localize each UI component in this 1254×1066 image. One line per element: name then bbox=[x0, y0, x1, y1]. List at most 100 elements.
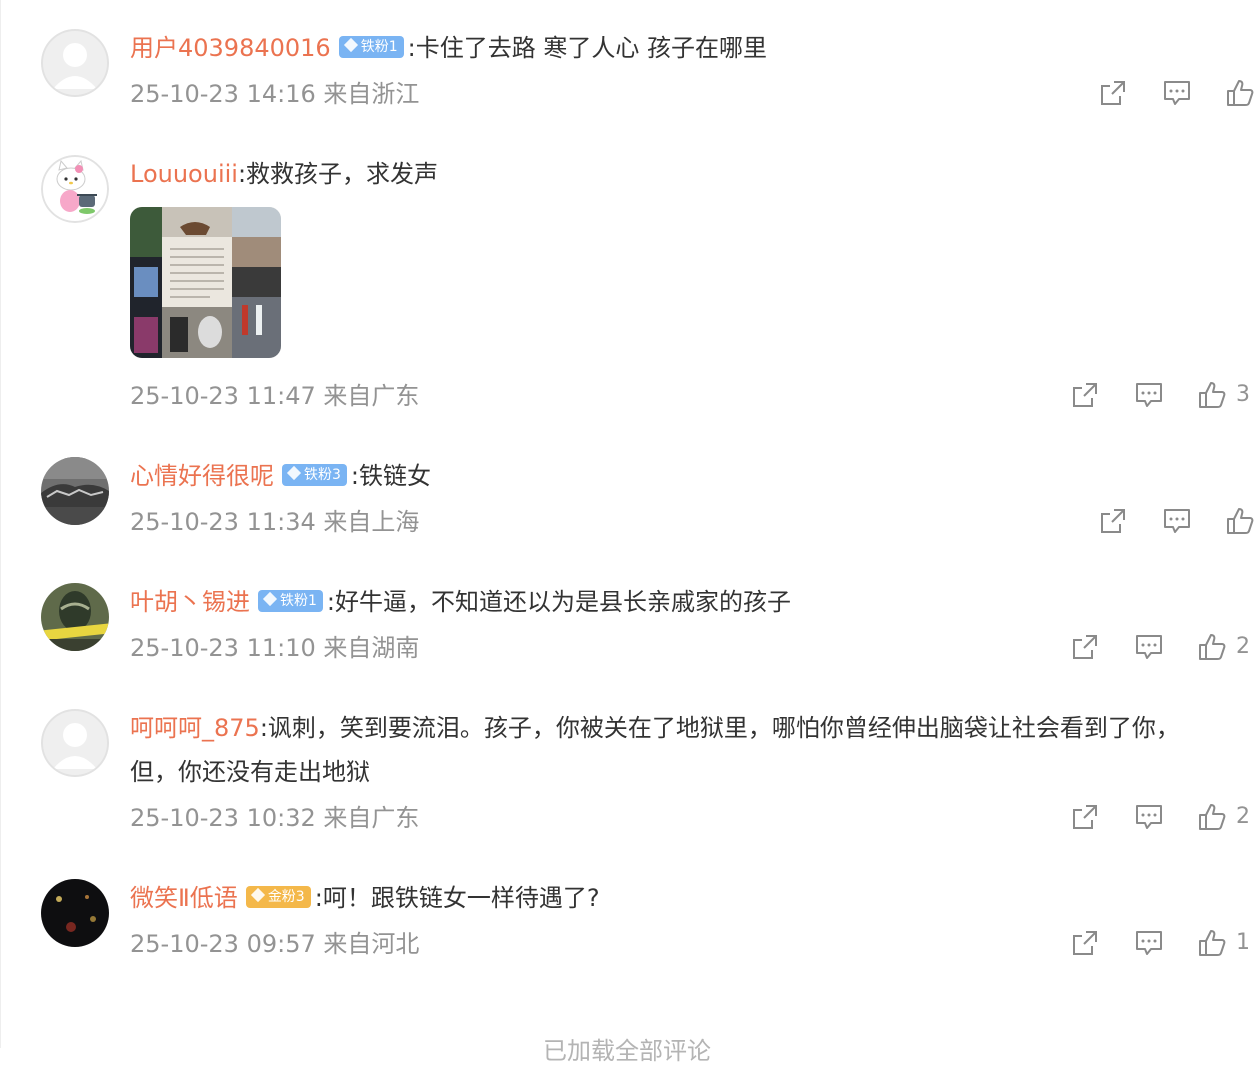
comment-icon bbox=[1164, 81, 1190, 105]
share-button[interactable] bbox=[1070, 802, 1100, 832]
colon-separator: : bbox=[259, 714, 268, 742]
like-button[interactable] bbox=[1225, 506, 1254, 536]
like-icon bbox=[1199, 634, 1226, 660]
diamond-icon bbox=[262, 591, 278, 607]
photo-avatar-icon bbox=[41, 457, 109, 525]
username-link[interactable]: Louuouiii bbox=[130, 160, 238, 188]
share-button[interactable] bbox=[1098, 506, 1128, 536]
share-icon bbox=[1101, 509, 1125, 533]
colon-separator: : bbox=[326, 588, 336, 616]
comment-meta: 25-10-23 11:47 来自广东 bbox=[130, 382, 420, 410]
avatar[interactable] bbox=[41, 457, 109, 525]
comment-item: 叶胡丶锡进 铁粉1:好牛逼，不知道还以为是县长亲戚家的孩子 25-10-23 11… bbox=[0, 566, 1254, 692]
like-count: 2 bbox=[1236, 634, 1250, 659]
comment-icon bbox=[1136, 805, 1162, 829]
share-icon bbox=[1101, 81, 1125, 105]
comment-icon bbox=[1136, 383, 1162, 407]
like-button[interactable] bbox=[1197, 928, 1227, 958]
comment-meta: 25-10-23 11:10 来自湖南 bbox=[130, 634, 420, 662]
comment-actions: 1 bbox=[1056, 928, 1254, 964]
comment-icon bbox=[1136, 931, 1162, 955]
load-all-comments-label: 已加载全部评论 bbox=[543, 1037, 711, 1065]
diamond-icon bbox=[343, 37, 358, 53]
comment-item: 微笑Ⅱ低语 金粉3:呵！跟铁链女一样待遇了? 25-10-23 09:57 来自河… bbox=[0, 862, 1254, 992]
image-collage-thumbnail bbox=[130, 207, 281, 358]
crown-icon bbox=[250, 887, 265, 903]
comment-image[interactable] bbox=[130, 207, 281, 358]
comment-actions: 3 bbox=[1056, 380, 1254, 416]
avatar[interactable] bbox=[41, 155, 109, 223]
comment-meta: 25-10-23 14:16 来自浙江 bbox=[130, 80, 420, 108]
comment-button[interactable] bbox=[1134, 928, 1164, 958]
badge-label: 铁粉3 bbox=[304, 467, 341, 483]
avatar[interactable] bbox=[41, 583, 109, 651]
avatar[interactable] bbox=[41, 29, 109, 97]
like-button[interactable] bbox=[1225, 78, 1254, 108]
username-link[interactable]: 叶胡丶锡进 bbox=[130, 588, 250, 616]
like-icon bbox=[1199, 804, 1226, 830]
photo-avatar-icon bbox=[41, 879, 109, 947]
comment-icon bbox=[1164, 509, 1190, 533]
like-icon bbox=[1199, 382, 1226, 408]
username-link[interactable]: 用户4039840016 bbox=[130, 34, 331, 62]
colon-separator: : bbox=[407, 34, 416, 62]
comment-text: 救救孩子，求发声 bbox=[246, 160, 439, 188]
fan-badge[interactable]: 铁粉1 bbox=[258, 590, 323, 612]
like-button[interactable] bbox=[1197, 380, 1227, 410]
comment-line: 心情好得很呢 铁粉3:铁链女 bbox=[130, 461, 1224, 491]
comment-actions bbox=[1084, 78, 1254, 114]
comment-line: 叶胡丶锡进 铁粉1:好牛逼，不知道还以为是县长亲戚家的孩子 bbox=[130, 587, 1224, 617]
like-count: 1 bbox=[1236, 930, 1250, 955]
comment-text: 铁链女 bbox=[359, 462, 432, 490]
comment-meta: 25-10-23 10:32 来自广东 bbox=[130, 804, 420, 832]
diamond-icon bbox=[286, 465, 302, 481]
username-link[interactable]: 心情好得很呢 bbox=[130, 462, 274, 490]
comment-actions: 2 bbox=[1056, 632, 1254, 668]
username-link[interactable]: 呵呵呵_875 bbox=[130, 714, 260, 742]
share-button[interactable] bbox=[1070, 928, 1100, 958]
avatar[interactable] bbox=[41, 879, 109, 947]
comment-text: 讽刺，笑到要流泪。孩子，你被关在了地狱里，哪怕你曾经伸出脑袋让社会看到了你，但，… bbox=[130, 714, 1180, 786]
comment-item: 呵呵呵_875:讽刺，笑到要流泪。孩子，你被关在了地狱里，哪怕你曾经伸出脑袋让社… bbox=[0, 692, 1254, 862]
comment-actions: 2 bbox=[1056, 802, 1254, 838]
username-link[interactable]: 微笑Ⅱ低语 bbox=[130, 884, 238, 912]
like-icon bbox=[1227, 80, 1254, 106]
fan-badge[interactable]: 铁粉1 bbox=[338, 36, 404, 58]
fan-badge[interactable]: 金粉3 bbox=[245, 886, 311, 908]
hello-kitty-avatar-icon bbox=[41, 155, 109, 223]
comment-button[interactable] bbox=[1134, 632, 1164, 662]
comment-meta: 25-10-23 11:34 来自上海 bbox=[130, 508, 420, 536]
comment-text: 卡住了去路 寒了人心 孩子在哪里 bbox=[415, 34, 767, 62]
like-button[interactable] bbox=[1197, 802, 1227, 832]
comment-button[interactable] bbox=[1162, 506, 1192, 536]
share-button[interactable] bbox=[1070, 380, 1100, 410]
comment-item: 用户4039840016 铁粉1:卡住了去路 寒了人心 孩子在哪里 25-10-2… bbox=[0, 0, 1254, 130]
comment-button[interactable] bbox=[1162, 78, 1192, 108]
avatar[interactable] bbox=[41, 709, 109, 777]
badge-label: 铁粉1 bbox=[360, 39, 398, 55]
comment-button[interactable] bbox=[1134, 802, 1164, 832]
share-button[interactable] bbox=[1098, 78, 1128, 108]
colon-separator: : bbox=[237, 160, 247, 188]
photo-avatar-icon bbox=[41, 583, 109, 651]
share-icon bbox=[1073, 635, 1097, 659]
comment-text: 好牛逼，不知道还以为是县长亲戚家的孩子 bbox=[335, 588, 792, 616]
like-button[interactable] bbox=[1197, 632, 1227, 662]
comment-text: 呵！跟铁链女一样待遇了? bbox=[322, 884, 600, 912]
share-icon bbox=[1073, 805, 1097, 829]
like-count: 3 bbox=[1236, 382, 1250, 407]
share-button[interactable] bbox=[1070, 632, 1100, 662]
comment-line: Louuouiii:救救孩子，求发声 bbox=[130, 159, 1224, 189]
like-icon bbox=[1227, 508, 1254, 534]
default-avatar-icon bbox=[41, 709, 109, 777]
like-icon bbox=[1199, 930, 1226, 956]
default-avatar-icon bbox=[41, 29, 109, 97]
comment-item: 心情好得很呢 铁粉3:铁链女 25-10-23 11:34 来自上海 bbox=[0, 440, 1254, 566]
comment-line: 用户4039840016 铁粉1:卡住了去路 寒了人心 孩子在哪里 bbox=[130, 33, 1224, 63]
badge-label: 铁粉1 bbox=[280, 593, 317, 609]
fan-badge[interactable]: 铁粉3 bbox=[282, 464, 347, 486]
colon-separator: : bbox=[350, 462, 360, 490]
badge-label: 金粉3 bbox=[267, 889, 305, 905]
like-count: 2 bbox=[1236, 804, 1250, 829]
comment-button[interactable] bbox=[1134, 380, 1164, 410]
